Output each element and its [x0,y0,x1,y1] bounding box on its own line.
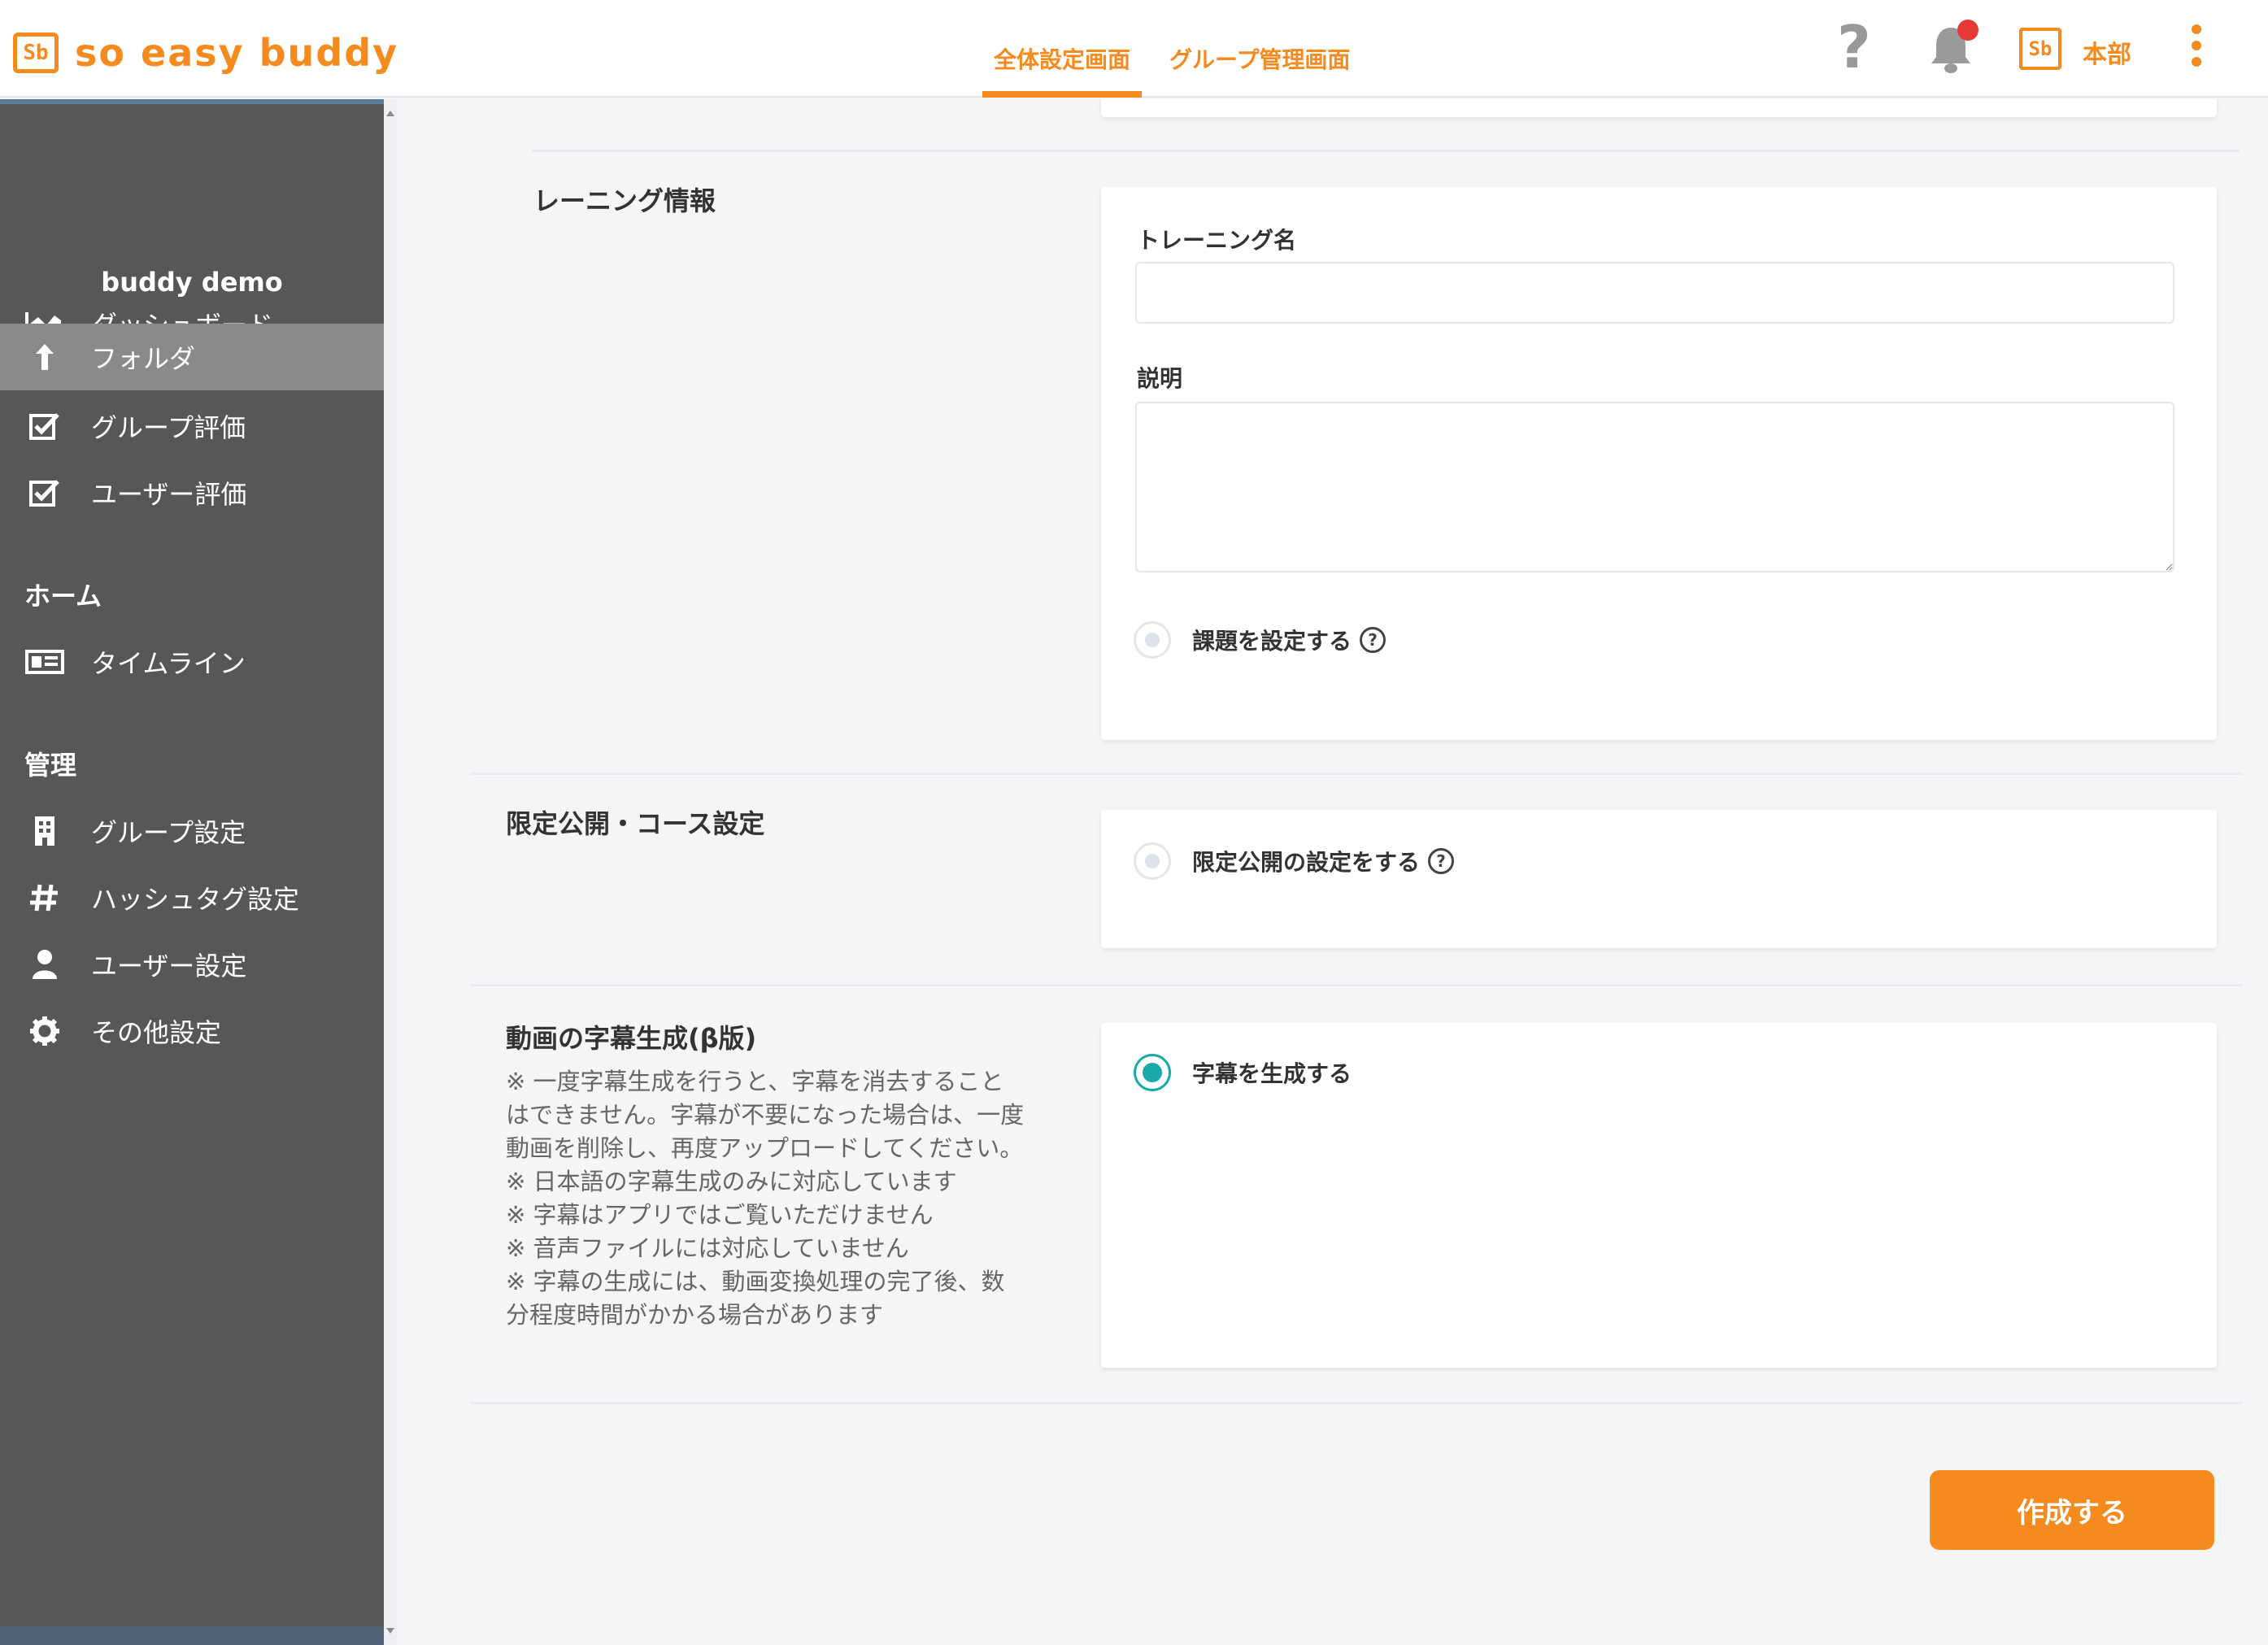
subtitle-radio-label: 字幕を生成する [1192,1060,1352,1087]
upload-icon [24,339,65,375]
sidebar-item-label: グループ評価 [91,412,246,443]
app-logo[interactable]: Sb so easy buddy [13,31,398,75]
sidebar-item-other-settings[interactable]: その他設定 [0,999,384,1064]
subtitle-note: ※ 日本語の字幕生成のみに対応しています [506,1168,957,1195]
sidebar-item-label: その他設定 [91,1017,222,1048]
sidebar-item-group-settings[interactable]: グループ設定 [0,799,384,864]
row-separator [532,150,2240,152]
assignment-radio[interactable] [1134,621,1171,659]
tab-global-settings[interactable]: 全体設定画面 [982,0,1143,98]
sidebar-item-group-evaluation[interactable]: グループ評価 [0,394,384,459]
header-actions: ? Sb 本部 [1813,0,2268,98]
kebab-menu-icon[interactable] [2190,24,2203,70]
building-icon [24,813,65,849]
gear-icon [24,1013,65,1049]
description-label: 説明 [1137,365,1183,392]
sidebar-item-label: グループ設定 [91,817,246,848]
logo-text: so easy buddy [75,31,399,75]
row-separator [470,1402,2243,1404]
training-section-label: レーニング情報 [533,185,716,216]
limited-publish-card: 限定公開の設定をする ? [1101,810,2217,948]
row-separator [470,772,2243,775]
create-button[interactable]: 作成する [1930,1470,2214,1550]
sidebar-item-timeline[interactable]: タイムライン [0,629,384,694]
sidebar-item-label: フォルダ [91,343,196,374]
subtitle-note: ※ 一度字幕生成を行うと、字幕を消去することはできません。字幕が不要になった場合… [506,1068,1025,1162]
row-separator [470,984,2243,986]
sidebar-item-user-settings[interactable]: ユーザー設定 [0,932,384,997]
sidebar-scrollbar[interactable] [384,99,397,1645]
sidebar-section-admin: 管理 [24,750,77,781]
checkbox-icon [24,408,65,444]
assignment-radio-label: 課題を設定する [1192,628,1352,655]
subtitle-radio-row[interactable]: 字幕を生成する [1134,1054,1352,1091]
limited-radio-label: 限定公開の設定をする [1192,849,1421,876]
checkbox-icon [24,475,65,511]
limited-section-label: 限定公開・コース設定 [506,808,765,839]
main-content: レーニング情報 トレーニング名 説明 課題を設定する ? 限定公開・コース設定 … [397,99,2268,1645]
app-header: Sb so easy buddy 全体設定画面 グループ管理画面 ? Sb 本部 [0,0,2268,98]
help-icon[interactable]: ? [1837,13,1871,81]
subtitle-note: ※ 音声ファイルには対応していません [506,1234,909,1262]
org-name[interactable]: 本部 [2083,34,2131,70]
hash-icon [24,880,65,916]
sidebar-item-folder[interactable]: フォルダ [0,324,384,390]
subtitle-card: 字幕を生成する [1101,1023,2217,1368]
sidebar-section-home: ホーム [24,581,102,611]
scroll-up-icon[interactable] [386,111,394,116]
sidebar-item-label: タイムライン [91,648,246,679]
logo-mark: Sb [13,33,59,73]
subtitle-note: ※ 字幕はアプリではご覧いただけません [506,1201,934,1229]
question-circle-icon[interactable]: ? [1428,848,1455,874]
limited-radio-row[interactable]: 限定公開の設定をする ? [1134,842,1455,880]
notification-badge [1957,20,1979,41]
tab-group-management[interactable]: グループ管理画面 [1158,0,1361,98]
previous-card-clipped [1101,99,2217,117]
sidebar-item-hashtag-settings[interactable]: ハッシュタグ設定 [0,865,384,930]
sidebar-item-label: ユーザー設定 [91,951,247,981]
subtitle-radio[interactable] [1134,1054,1171,1091]
subtitle-section-label: 動画の字幕生成(β版) [506,1023,757,1054]
sidebar-item-label: ユーザー評価 [91,479,247,510]
sidebar-item-user-evaluation[interactable]: ユーザー評価 [0,460,384,525]
training-name-label: トレーニング名 [1137,227,1297,254]
training-name-input[interactable] [1135,262,2174,324]
question-circle-icon[interactable]: ? [1360,627,1386,653]
training-info-card: トレーニング名 説明 課題を設定する ? [1101,187,2217,740]
org-icon[interactable]: Sb [2019,28,2061,70]
limited-radio[interactable] [1134,842,1171,880]
sidebar: buddy demo ダッシュボード フォルダ グループ評価 ユーザー評価 ホー… [0,99,384,1645]
description-textarea[interactable] [1135,402,2174,572]
subtitle-notes: ※ 一度字幕生成を行うと、字幕を消去することはできません。字幕が不要になった場合… [506,1065,1026,1332]
user-icon [24,947,65,982]
subtitle-note: ※ 字幕の生成には、動画変換処理の完了後、数分程度時間がかかる場合があります [506,1268,1005,1329]
timeline-icon [24,644,65,680]
top-tabs: 全体設定画面 グループ管理画面 [982,0,1378,98]
scroll-down-icon[interactable] [386,1628,394,1634]
assignment-radio-row[interactable]: 課題を設定する ? [1134,621,1386,659]
sidebar-item-label: ハッシュタグ設定 [91,884,300,915]
sidebar-footer-bar [0,1626,384,1645]
